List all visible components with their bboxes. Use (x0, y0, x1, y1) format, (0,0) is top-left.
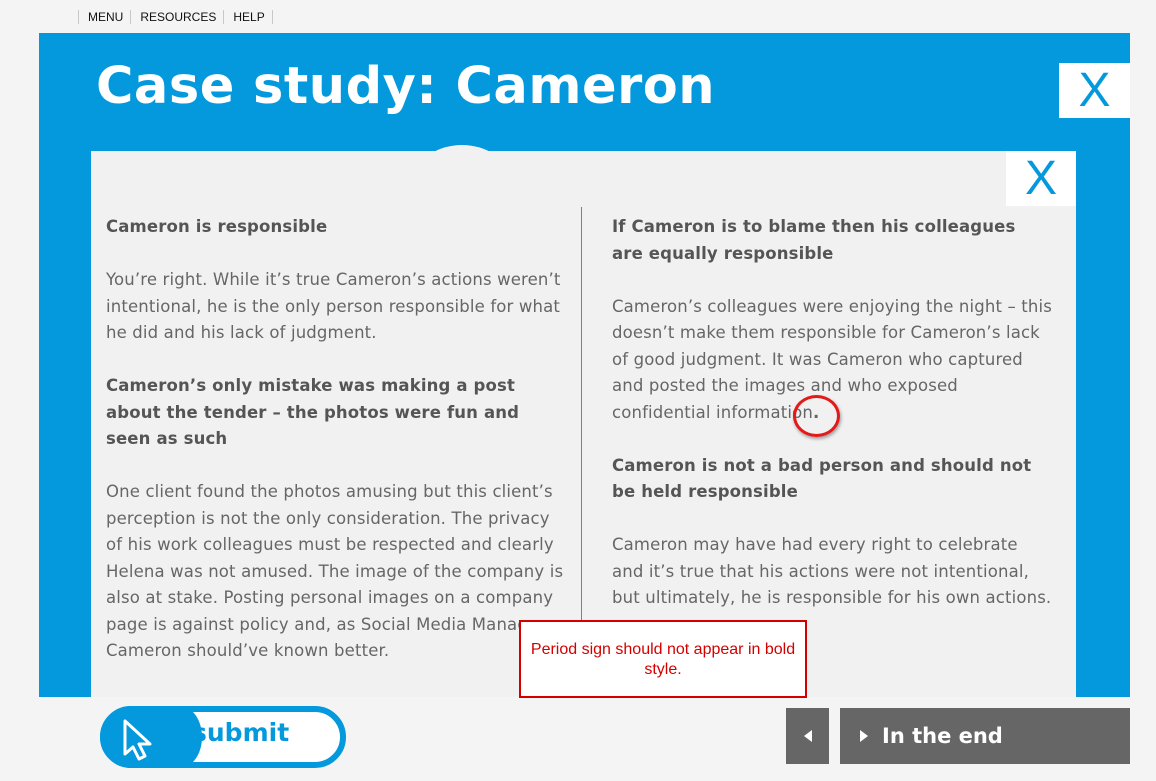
next-button[interactable]: In the end (840, 708, 1130, 764)
option-heading: Cameron is responsible (106, 217, 328, 236)
option-feedback: You’re right. While it’s true Cameron’s … (106, 270, 561, 342)
option-feedback: Cameron may have had every right to cele… (612, 535, 1052, 607)
panel-tab-decoration (418, 145, 506, 175)
triangle-right-icon (860, 730, 868, 742)
annotation-circle (793, 395, 840, 437)
previous-button[interactable] (786, 708, 829, 764)
page-title: Case study: Cameron (96, 57, 716, 116)
close-frame-button[interactable]: X (1059, 63, 1130, 118)
triangle-left-icon (803, 730, 812, 742)
help-link[interactable]: HELP (224, 10, 271, 24)
top-menu: MENU RESOURCES HELP (78, 8, 273, 25)
option-heading: Cameron is not a bad person and should n… (612, 455, 1032, 502)
resources-link[interactable]: RESOURCES (131, 10, 223, 24)
case-study-frame: Case study: Cameron X X Cameron is respo… (39, 33, 1130, 697)
left-column: Cameron is responsible You’re right. Whi… (106, 214, 566, 691)
feedback-panel: X Cameron is responsible You’re right. W… (91, 145, 1076, 697)
close-panel-button[interactable]: X (1006, 151, 1076, 206)
submit-button[interactable]: submit (100, 706, 346, 768)
annotation-note: Period sign should not appear in bold st… (519, 620, 807, 698)
next-label: In the end (882, 724, 1003, 748)
menu-link[interactable]: MENU (79, 10, 130, 24)
submit-label: submit (192, 718, 290, 747)
option-feedback: One client found the photos amusing but … (106, 482, 564, 660)
menu-separator (271, 9, 273, 24)
option-heading: If Cameron is to blame then his colleagu… (612, 217, 1016, 263)
cursor-icon (123, 719, 152, 761)
option-heading: Cameron’s only mistake was making a post… (106, 376, 520, 448)
